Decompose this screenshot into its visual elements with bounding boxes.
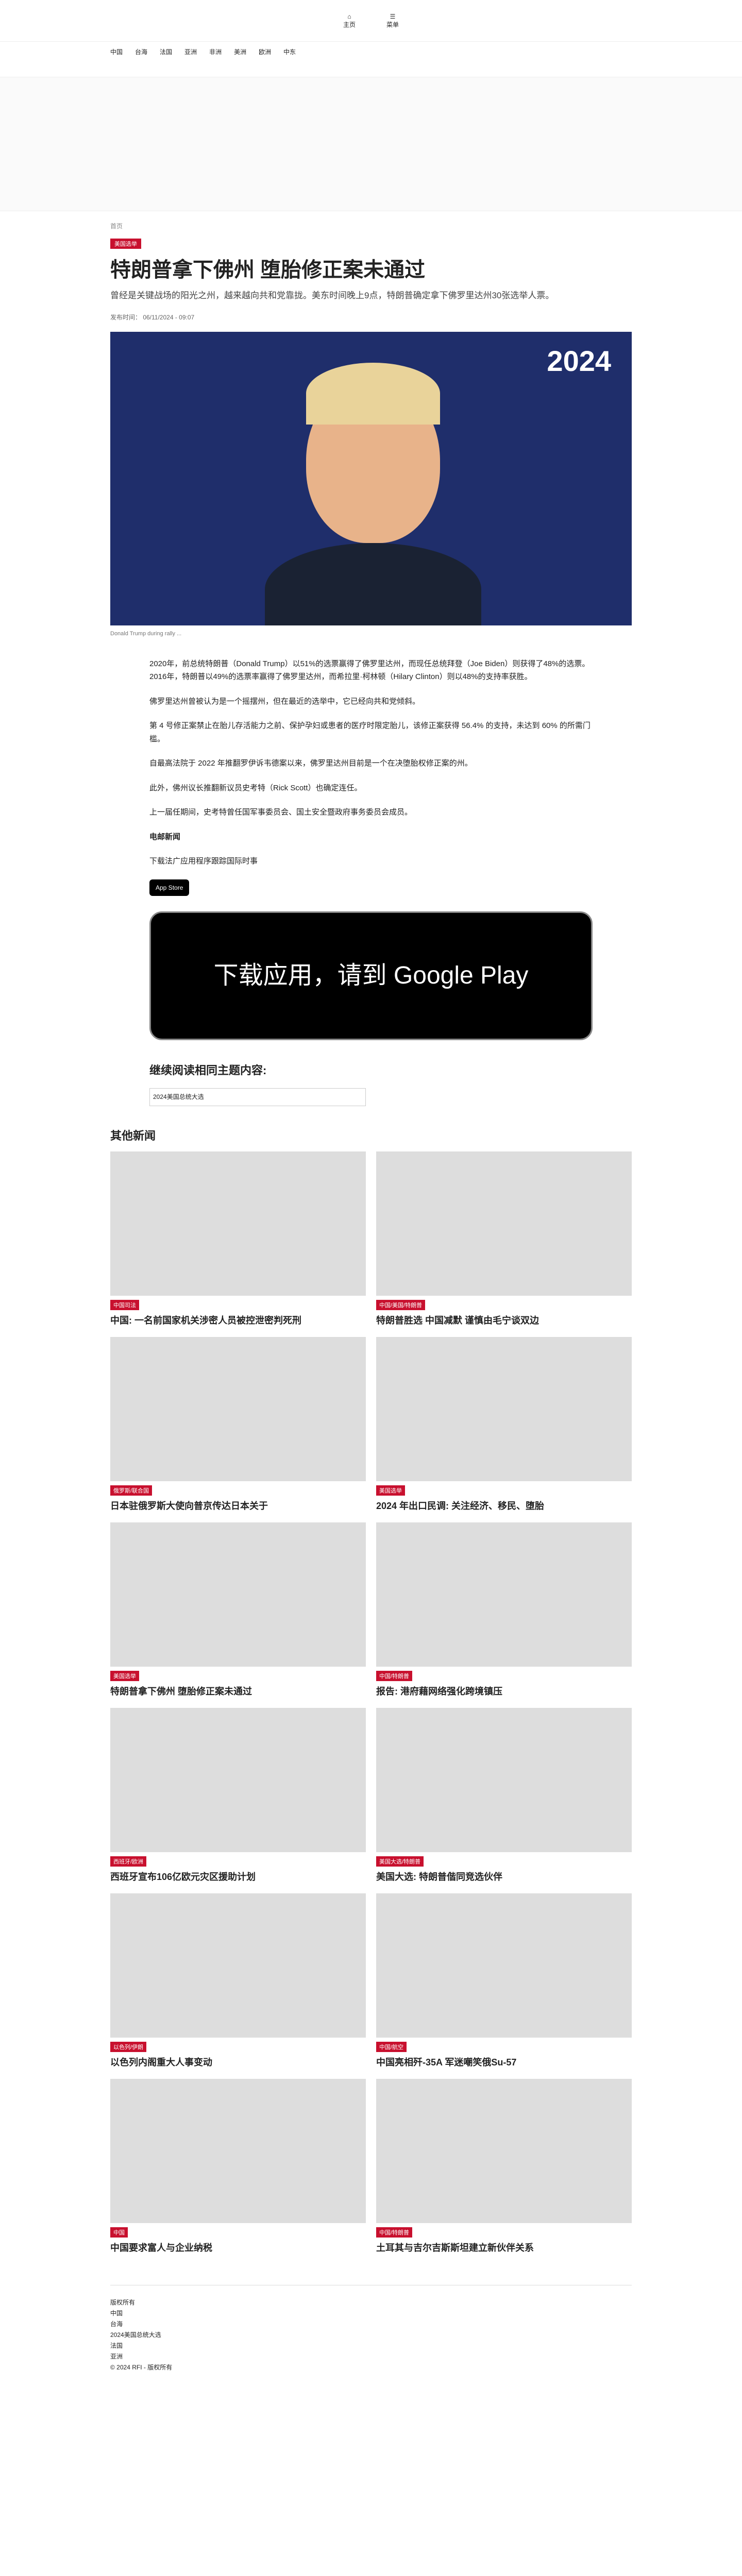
- news-card[interactable]: 中国/美国/特朗普特朗普胜选 中国减默 谨慎由毛宁谈双边: [376, 1151, 632, 1327]
- card-tag: 俄罗斯/联合国: [110, 1485, 153, 1496]
- card-title[interactable]: 特朗普胜选 中国减默 谨慎由毛宁谈双边: [376, 1313, 632, 1327]
- nav-item[interactable]: 欧洲: [259, 47, 271, 56]
- article-body: 2020年，前总统特朗普（Donald Trump）以51%的选票赢得了佛罗里达…: [149, 657, 593, 1106]
- related-tag[interactable]: 2024美国总统大选: [149, 1088, 366, 1106]
- news-card[interactable]: 中国/航空中国亮相歼-35A 军迷嘲笑俄Su-57: [376, 1893, 632, 2069]
- card-title[interactable]: 2024 年出口民调: 关注经济、移民、堕胎: [376, 1499, 632, 1512]
- card-title[interactable]: 中国: 一名前国家机关涉密人员被控泄密判死刑: [110, 1313, 366, 1327]
- site-header: ⌂ 主页 ☰ 菜单 中国 台海 法国 亚洲 非洲 美洲 欧洲 中东: [0, 0, 742, 77]
- menu-label: 菜单: [386, 21, 399, 28]
- nav-item[interactable]: 法国: [160, 47, 172, 56]
- home-button[interactable]: ⌂ 主页: [343, 13, 356, 29]
- footer-line[interactable]: 法国: [110, 2341, 632, 2350]
- home-label: 主页: [343, 21, 356, 28]
- card-tag: 中国: [110, 2227, 128, 2238]
- card-title[interactable]: 中国要求富人与企业纳税: [110, 2241, 366, 2254]
- news-card[interactable]: 美国大选/特朗普美国大选: 特朗普偕同竞选伙伴: [376, 1707, 632, 1883]
- card-title[interactable]: 特朗普拿下佛州 堕胎修正案未通过: [110, 1684, 366, 1698]
- news-card[interactable]: 中国司法中国: 一名前国家机关涉密人员被控泄密判死刑: [110, 1151, 366, 1327]
- news-card[interactable]: 俄罗斯/联合国日本驻俄罗斯大使向普京传达日本关于: [110, 1336, 366, 1512]
- other-news-grid: 中国司法中国: 一名前国家机关涉密人员被控泄密判死刑 中国/美国/特朗普特朗普胜…: [110, 1151, 632, 2254]
- article-meta: 发布时间： 06/11/2024 - 09:07: [110, 313, 195, 321]
- main-nav: 中国 台海 法国 亚洲 非洲 美洲 欧洲 中东: [0, 41, 742, 62]
- footer-line: © 2024 RFI - 版权所有: [110, 2363, 173, 2371]
- card-image: [376, 1707, 632, 1852]
- news-card[interactable]: 中国/特朗普报告: 港府藉网络强化跨境镇压: [376, 1522, 632, 1698]
- article: 首页 美国选举 特朗普拿下佛州 堕胎修正案未通过 曾经是关键战场的阳光之州，越来…: [110, 211, 632, 2384]
- card-tag: 以色列/伊朗: [110, 2041, 147, 2052]
- menu-button[interactable]: ☰ 菜单: [386, 13, 399, 29]
- news-card[interactable]: 中国/特朗普土耳其与吉尔吉斯斯坦建立新伙伴关系: [376, 2078, 632, 2254]
- nav-item[interactable]: 台海: [135, 47, 147, 56]
- card-tag: 中国/特朗普: [376, 2227, 413, 2238]
- footer: 版权所有 中国 台海 2024美国总统大选 法国 亚洲 © 2024 RFI -…: [110, 2284, 632, 2384]
- card-title[interactable]: 美国大选: 特朗普偕同竞选伙伴: [376, 1870, 632, 1883]
- card-title[interactable]: 日本驻俄罗斯大使向普京传达日本关于: [110, 1499, 366, 1512]
- card-title[interactable]: 以色列内阁重大人事变动: [110, 2055, 366, 2069]
- card-image: [376, 1893, 632, 2038]
- footer-line[interactable]: 亚洲: [110, 2352, 632, 2361]
- card-tag: 西班牙/欧洲: [110, 1856, 147, 1867]
- news-card[interactable]: 美国选举 2024 年出口民调: 关注经济、移民、堕胎: [376, 1336, 632, 1512]
- card-tag: 中国/美国/特朗普: [376, 1299, 426, 1310]
- card-tag: 美国大选/特朗普: [376, 1856, 424, 1867]
- subscribe-label[interactable]: 电邮新闻: [149, 831, 593, 844]
- footer-line[interactable]: 台海: [110, 2319, 632, 2328]
- card-image: [110, 1522, 366, 1667]
- hero-caption: Donald Trump during rally ...: [110, 630, 182, 637]
- card-tag: 美国选举: [110, 1670, 139, 1681]
- card-title[interactable]: 西班牙宣布106亿欧元灾区援助计划: [110, 1870, 366, 1883]
- card-image: [376, 1151, 632, 1296]
- top-bar: ⌂ 主页 ☰ 菜单: [0, 0, 742, 41]
- card-image: [110, 1336, 366, 1481]
- card-title[interactable]: 中国亮相歼-35A 军迷嘲笑俄Su-57: [376, 2055, 632, 2069]
- news-card[interactable]: 美国选举特朗普拿下佛州 堕胎修正案未通过: [110, 1522, 366, 1698]
- paragraph: 2020年，前总统特朗普（Donald Trump）以51%的选票赢得了佛罗里达…: [149, 659, 590, 682]
- card-image: [376, 1336, 632, 1481]
- card-title[interactable]: 报告: 港府藉网络强化跨境镇压: [376, 1684, 632, 1698]
- paragraph: 上一届任期间，史考特曾任国军事委员会、国土安全暨政府事务委员会成员。: [149, 808, 413, 817]
- card-tag: 美国选举: [376, 1485, 405, 1496]
- hero-hair: [306, 362, 440, 425]
- nav-item[interactable]: 亚洲: [184, 47, 197, 56]
- hero-image: 2024: [110, 331, 632, 625]
- nav-item[interactable]: 中国: [110, 47, 123, 56]
- card-image: [110, 1893, 366, 2038]
- card-image: [110, 2078, 366, 2223]
- other-news-title: 其他新闻: [110, 1129, 156, 1142]
- app-label: 下载法广应用程序跟踪国际时事: [149, 857, 258, 866]
- card-title[interactable]: 土耳其与吉尔吉斯斯坦建立新伙伴关系: [376, 2241, 632, 2254]
- card-image: [376, 1522, 632, 1667]
- nav-item[interactable]: 中东: [283, 47, 296, 56]
- footer-line[interactable]: 版权所有: [110, 2298, 632, 2307]
- hero-suit: [265, 543, 481, 625]
- news-card[interactable]: 中国中国要求富人与企业纳税: [110, 2078, 366, 2254]
- google-play-banner[interactable]: 下载应用，请到 Google Play: [149, 911, 593, 1040]
- article-title: 特朗普拿下佛州 堕胎修正案未通过: [110, 259, 426, 281]
- app-store-button[interactable]: App Store: [149, 879, 190, 896]
- paragraph: 此外，佛州议长推翻新议员史考特（Rick Scott）也确定连任。: [149, 783, 362, 792]
- paragraph: 佛罗里达州曾被认为是一个摇摆州，但在最近的选举中，它已经向共和党倾斜。: [149, 697, 420, 706]
- article-lead: 曾经是关键战场的阳光之州，越来越向共和党靠拢。美东时间晚上9点，特朗普确定拿下佛…: [110, 291, 554, 300]
- card-tag: 中国/航空: [376, 2041, 407, 2052]
- article-tag[interactable]: 美国选举: [110, 239, 141, 249]
- paragraph: 自最高法院于 2022 年推翻罗伊诉韦德案以来，佛罗里达州目前是一个在决堕胎权修…: [149, 759, 473, 768]
- card-tag: 中国/特朗普: [376, 1670, 413, 1681]
- footer-line[interactable]: 中国: [110, 2309, 632, 2317]
- paragraph: 第 4 号修正案禁止在胎儿存活能力之前、保护孕妇或患者的医疗时限定胎儿，该修正案…: [149, 721, 591, 743]
- nav-item[interactable]: 美洲: [234, 47, 246, 56]
- nav-item[interactable]: 非洲: [209, 47, 222, 56]
- ad-space: [0, 77, 742, 211]
- news-card[interactable]: 西班牙/欧洲西班牙宣布106亿欧元灾区援助计划: [110, 1707, 366, 1883]
- card-image: [110, 1151, 366, 1296]
- card-image: [110, 1707, 366, 1852]
- related-title: 继续阅读相同主题内容:: [149, 1063, 267, 1077]
- breadcrumb[interactable]: 首页: [110, 222, 632, 230]
- card-image: [376, 2078, 632, 2223]
- card-tag: 中国司法: [110, 1299, 139, 1310]
- news-card[interactable]: 以色列/伊朗以色列内阁重大人事变动: [110, 1893, 366, 2069]
- hero-year: 2024: [547, 344, 611, 377]
- footer-line[interactable]: 2024美国总统大选: [110, 2330, 632, 2339]
